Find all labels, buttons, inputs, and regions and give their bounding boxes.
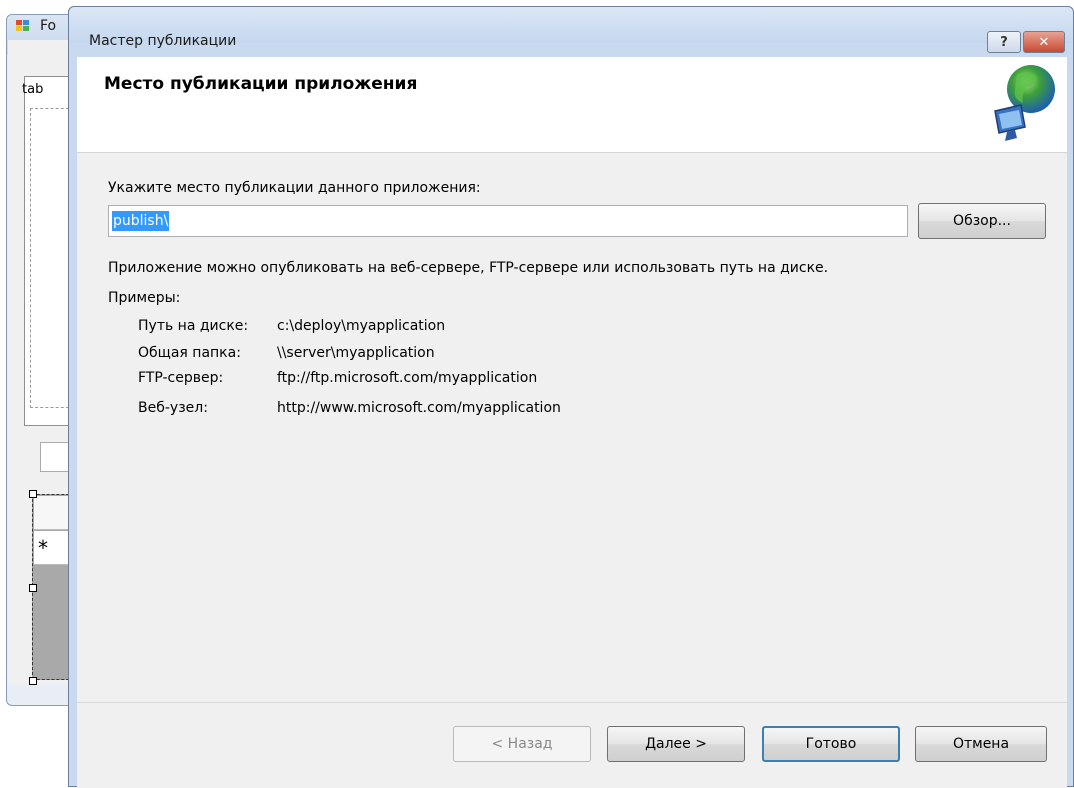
example-key: Общая папка: <box>138 345 241 361</box>
example-key: FTP-сервер: <box>138 370 224 386</box>
new-row-asterisk-icon: * <box>38 536 48 560</box>
resize-handle[interactable] <box>29 584 37 592</box>
examples-label: Примеры: <box>108 290 181 306</box>
close-button[interactable]: ✕ <box>1023 31 1065 53</box>
example-value: c:\deploy\myapplication <box>277 318 446 334</box>
browse-button[interactable]: Обзор... <box>918 203 1046 239</box>
example-key: Веб-узел: <box>138 400 208 416</box>
info-text: Приложение можно опубликовать на веб-сер… <box>108 260 829 276</box>
example-key: Путь на диске: <box>138 318 249 334</box>
location-prompt-label: Укажите место публикации данного приложе… <box>108 180 481 196</box>
example-value: \\server\myapplication <box>277 345 435 361</box>
help-button[interactable]: ? <box>987 31 1021 53</box>
globe-network-icon <box>994 65 1055 141</box>
footer-divider <box>77 702 1067 703</box>
next-button[interactable]: Далее > <box>607 726 745 762</box>
background-tab-label[interactable]: tab <box>22 82 43 97</box>
resize-handle[interactable] <box>29 490 37 498</box>
publish-location-input[interactable]: publish\ <box>108 205 908 237</box>
resize-handle[interactable] <box>29 677 37 685</box>
finish-button[interactable]: Готово <box>762 726 900 762</box>
publish-wizard-dialog: Мастер публикации ? ✕ Место публикации п… <box>68 6 1074 788</box>
example-value: http://www.microsoft.com/myapplication <box>277 400 561 416</box>
example-value: ftp://ftp.microsoft.com/myapplication <box>277 370 538 386</box>
background-form-title: Fo <box>40 18 57 34</box>
dialog-body: Место публикации приложения Укажите мест… <box>77 57 1067 788</box>
wizard-header: Место публикации приложения <box>77 57 1067 153</box>
dialog-title: Мастер публикации <box>89 33 237 49</box>
publish-location-value[interactable]: publish\ <box>112 211 170 231</box>
wizard-page-title: Место публикации приложения <box>104 74 418 94</box>
form-icon <box>16 20 32 34</box>
cancel-button[interactable]: Отмена <box>915 726 1047 762</box>
back-button[interactable]: < Назад <box>453 726 591 762</box>
